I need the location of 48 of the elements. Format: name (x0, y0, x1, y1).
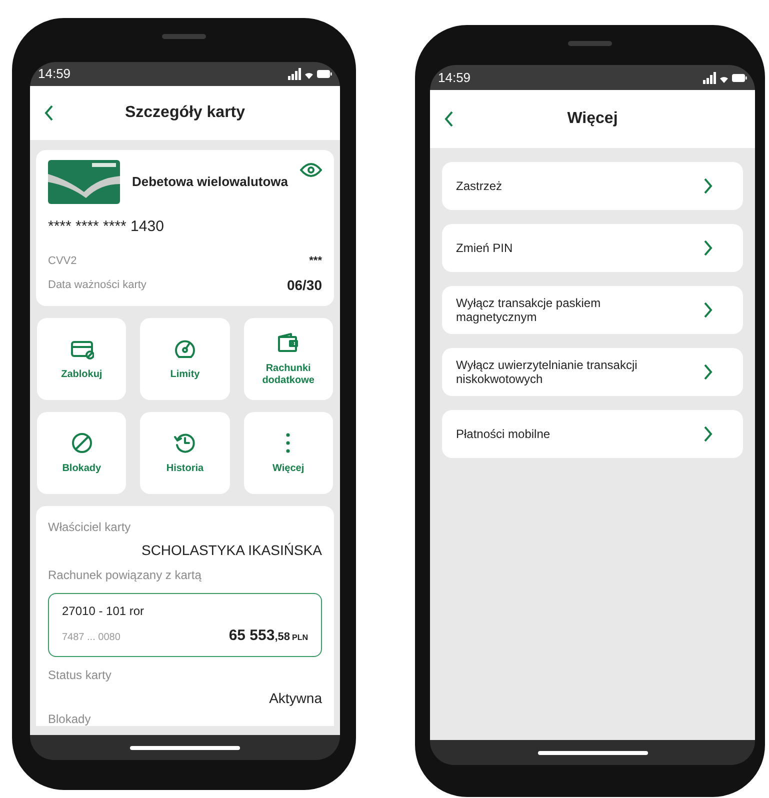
more-icon (286, 433, 290, 453)
status-time: 14:59 (438, 68, 471, 87)
expiry-value: 06/30 (286, 276, 322, 295)
action-tile[interactable]: Więcej (244, 412, 333, 494)
account-box[interactable]: 27010 - 101 ror 7487 ... 0080 65 553,58 PLN (48, 593, 322, 657)
action-tile[interactable]: Limity (140, 318, 230, 400)
chevron-right-icon (703, 426, 713, 442)
eye-icon[interactable] (300, 162, 322, 178)
status-time: 14:59 (38, 65, 71, 84)
back-icon (44, 105, 54, 121)
blocks-label: Blokady (48, 713, 92, 726)
account-number: 7487 ... 0080 (62, 631, 120, 645)
chevron-right-icon (703, 364, 713, 380)
account-balance: 65 553,58 PLN (228, 626, 308, 646)
action-tile[interactable]: Blokady (37, 412, 126, 494)
speaker-grille (162, 34, 206, 39)
account-label: Rachunek powiązany z kartą (48, 567, 202, 584)
expiry-label: Data ważności karty (48, 278, 146, 294)
speaker-grille (568, 41, 612, 46)
owner-name: SCHOLASTYKA IKASIŃSKA (141, 541, 322, 560)
cvv-value: *** (309, 254, 322, 268)
chevron-right-icon (703, 240, 713, 256)
card-number: **** **** **** 1430 (48, 217, 165, 237)
menu-option[interactable]: Wyłącz transakcje paskiem magnetycznym (442, 286, 743, 334)
history-icon (172, 431, 197, 455)
wallet-icon (276, 331, 300, 355)
action-tile[interactable]: Historia (140, 412, 230, 494)
menu-option[interactable]: Zastrzeż (442, 162, 743, 210)
prohibit-icon (70, 431, 94, 455)
back-icon (444, 111, 454, 127)
screen-title: Więcej (567, 109, 618, 129)
card-image (48, 160, 120, 204)
status-label: Status karty (48, 667, 112, 684)
cvv-label: CVV2 (48, 254, 77, 268)
action-tile[interactable]: Zablokuj (37, 318, 126, 400)
chevron-right-icon (703, 178, 713, 194)
status-icons (288, 68, 332, 80)
account-name: 27010 - 101 ror (62, 603, 146, 620)
status-icons (703, 72, 747, 84)
menu-option[interactable]: Płatności mobilne (442, 410, 743, 458)
owner-label: Właściciel karty (48, 519, 132, 536)
action-tile[interactable]: Rachunki dodatkowe (244, 318, 333, 400)
screen-title: Szczegóły karty (124, 103, 246, 123)
chevron-right-icon (703, 302, 713, 318)
menu-option[interactable]: Zmień PIN (442, 224, 743, 272)
card-name: Debetowa wielowalutowa (132, 173, 288, 192)
menu-option[interactable]: Wyłącz uwierzytelnianie transakcji niskokwotowych (442, 348, 743, 396)
status-value: Aktywna (269, 689, 322, 708)
